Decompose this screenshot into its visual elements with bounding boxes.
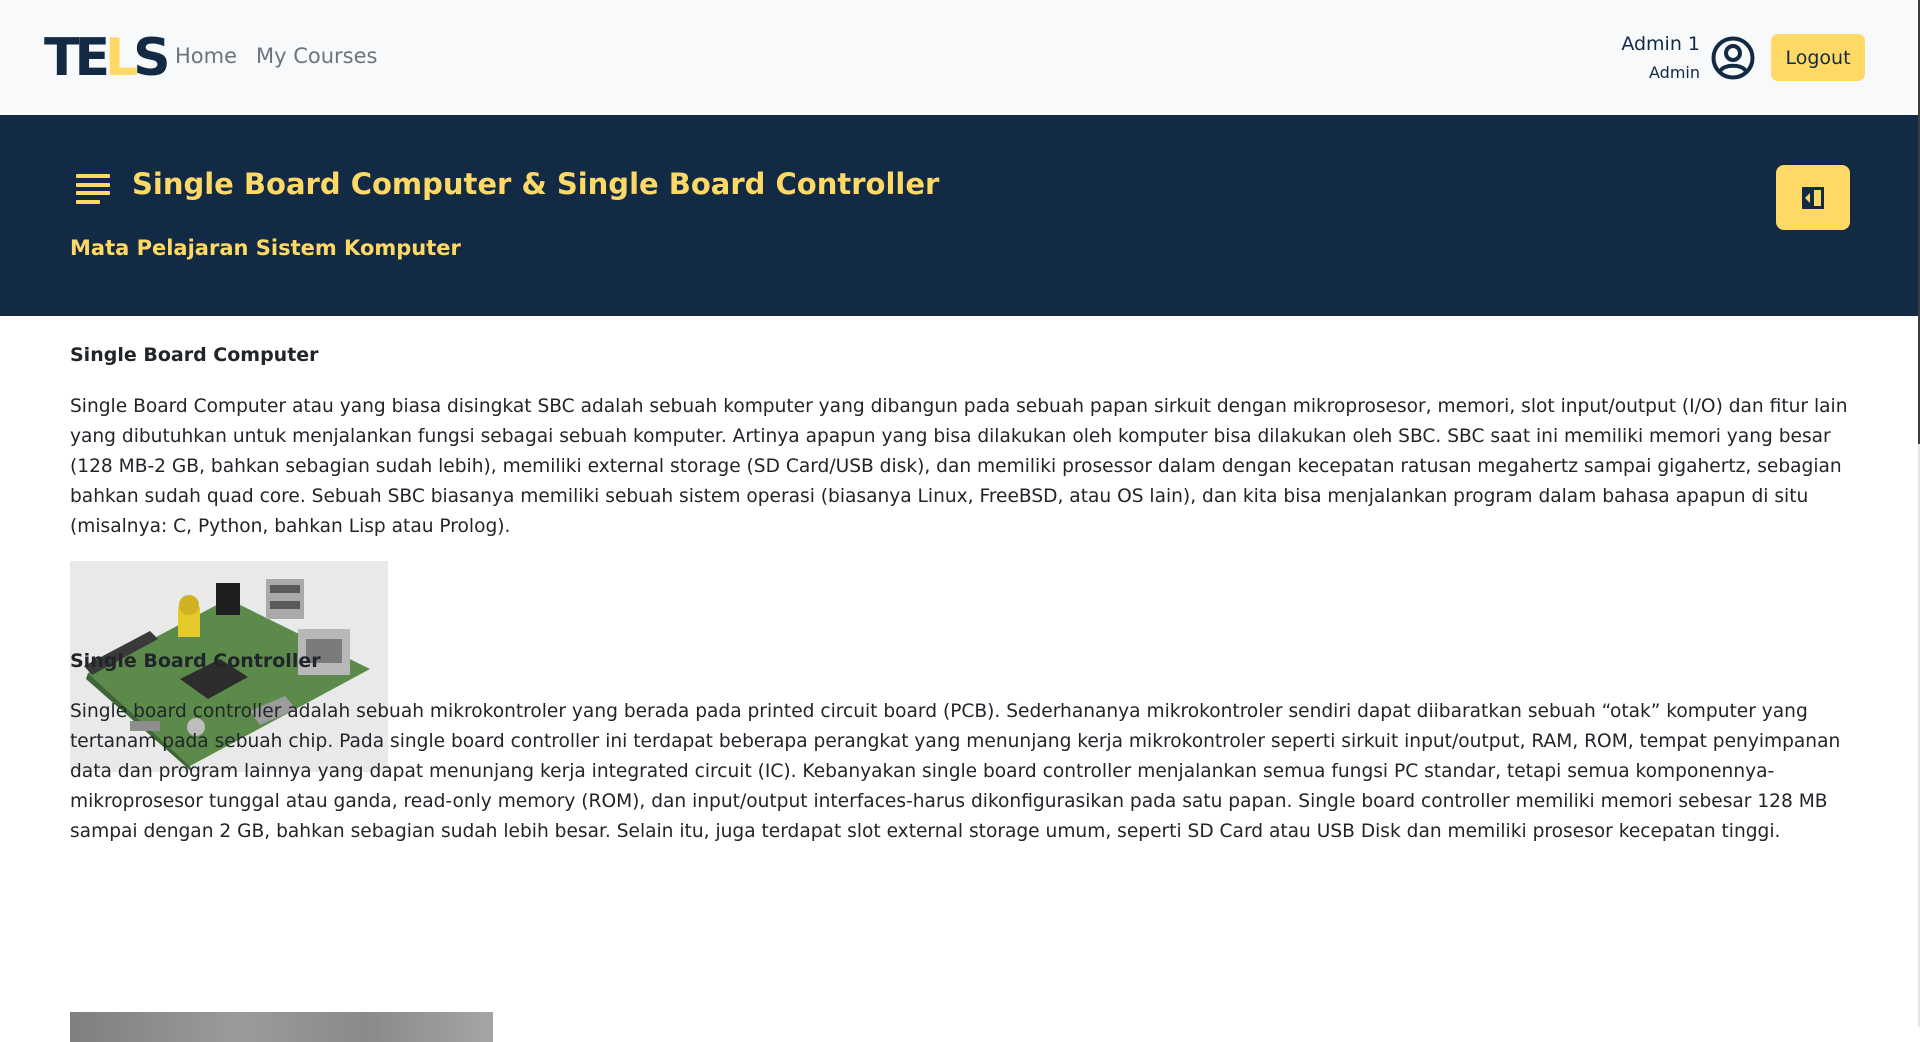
sidebar-toggle-button[interactable] [1776,165,1850,230]
section-paragraph: Single Board Computer atau yang biasa di… [70,396,1848,537]
text-lines-icon[interactable] [76,174,110,204]
user-role: Admin [1649,63,1700,82]
course-header-banner: Single Board Computer & Single Board Con… [0,115,1918,316]
single-board-controller-image [70,1012,493,1042]
section-heading: Single Board Controller [70,650,321,672]
top-navbar: TELS Home My Courses Admin 1 Admin Logou… [0,0,1918,115]
sidebar-collapse-icon [1802,187,1824,209]
section-paragraph: Single board controller adalah sebuah mi… [70,701,1841,842]
course-subtitle: Mata Pelajaran Sistem Komputer [70,236,461,260]
user-name: Admin 1 [1621,33,1700,55]
section-heading: Single Board Computer [70,344,319,366]
tels-logo[interactable]: TELS [44,32,171,84]
nav-link-my-courses[interactable]: My Courses [256,44,377,68]
logout-button[interactable]: Logout [1771,34,1865,81]
nav-link-home[interactable]: Home [175,44,237,68]
course-title: Single Board Computer & Single Board Con… [132,167,940,201]
user-circle-icon[interactable] [1711,36,1755,80]
